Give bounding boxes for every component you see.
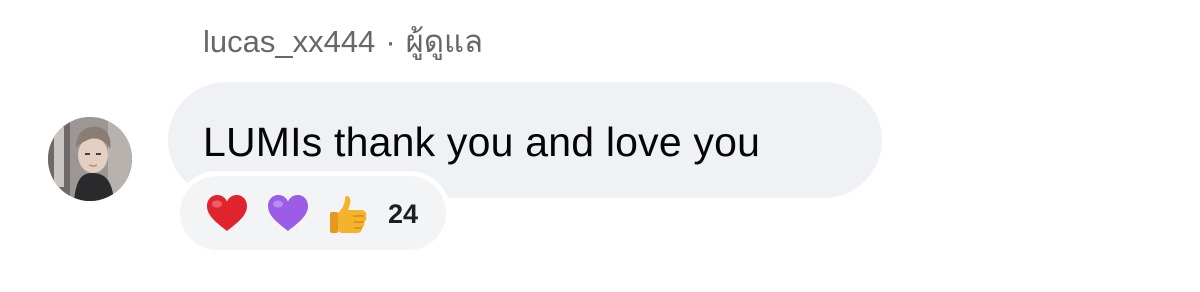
thumbs-up-emoji-icon (327, 192, 371, 236)
author-role-badge: ผู้ดูแล (405, 24, 483, 59)
red-heart-emoji-icon (205, 192, 249, 236)
purple-heart-emoji-icon (266, 192, 310, 236)
reaction-count: 24 (388, 199, 419, 229)
comment: lucas_xx444 · ผู้ดูแล LUMIs thank you and … (0, 0, 1200, 292)
comment-text: LUMIs thank you and love you (203, 119, 761, 165)
separator-dot: · (385, 24, 396, 59)
reactions-pill[interactable]: 24 (180, 176, 446, 250)
author-name[interactable]: lucas_xx444 (203, 24, 375, 59)
user-avatar-photo-icon (48, 117, 132, 201)
avatar[interactable] (48, 117, 132, 201)
comment-header: lucas_xx444 · ผู้ดูแล (203, 20, 483, 64)
